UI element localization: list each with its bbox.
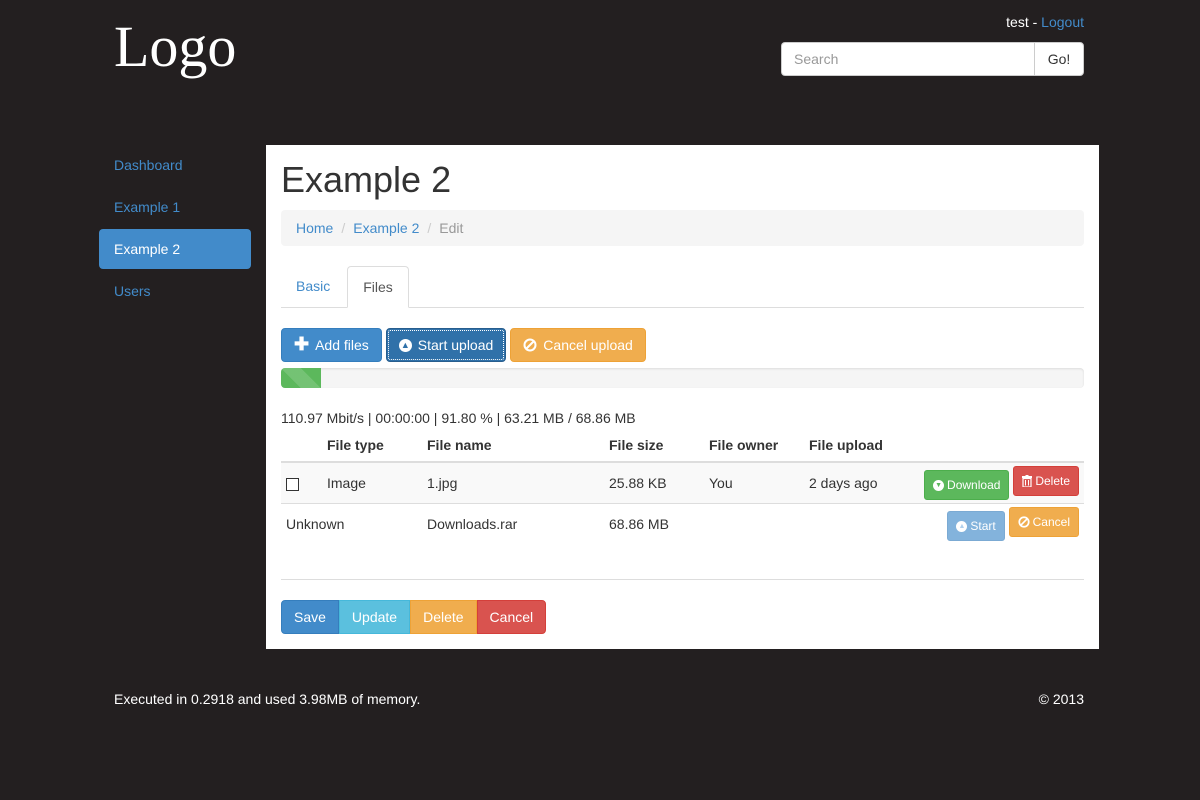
table-header-row: File type File name File size File owner… — [281, 428, 1084, 463]
sidebar-nav: Dashboard Example 1 Example 2 Users — [99, 145, 251, 313]
logout-link[interactable]: Logout — [1041, 14, 1084, 30]
sidebar-item-example-2[interactable]: Example 2 — [99, 229, 251, 269]
search-button[interactable]: Go! — [1034, 42, 1084, 76]
breadcrumb: Home / Example 2 / Edit — [281, 210, 1084, 246]
breadcrumb-separator: / — [341, 220, 346, 236]
update-button[interactable]: Update — [338, 600, 411, 634]
tab-basic[interactable]: Basic — [281, 266, 345, 308]
column-header-actions — [904, 428, 1084, 463]
row-checkbox[interactable] — [286, 477, 299, 491]
ban-circle-icon — [1018, 515, 1030, 528]
download-button[interactable]: ▼ Download — [924, 470, 1010, 500]
start-upload-button[interactable]: ▲ Start upload — [385, 328, 507, 362]
footer-stats: Executed in 0.2918 and used 3.98MB of me… — [114, 691, 421, 707]
upload-progress-fill — [281, 368, 322, 388]
ban-circle-icon — [523, 338, 537, 352]
column-header-owner: File owner — [704, 428, 804, 463]
start-file-label: Start — [970, 519, 996, 533]
plus-icon: ✚ — [294, 334, 310, 354]
sidebar-item-dashboard[interactable]: Dashboard — [99, 145, 251, 185]
table-row: Image 1.jpg 25.88 KB You 2 days ago ▼ Do… — [281, 461, 1084, 503]
form-actions: Save Update Delete Cancel — [281, 600, 547, 634]
column-header-name: File name — [422, 428, 604, 463]
column-header-select — [281, 428, 322, 463]
cancel-upload-button[interactable]: Cancel upload — [510, 328, 646, 362]
upload-circle-icon: ▲ — [956, 520, 968, 532]
delete-button[interactable]: Delete — [410, 600, 477, 634]
delete-file-button[interactable]: Delete — [1013, 465, 1079, 496]
form-divider — [281, 579, 1084, 580]
breadcrumb-separator: / — [427, 220, 432, 236]
cancel-upload-label: Cancel upload — [543, 337, 633, 353]
page-title: Example 2 — [281, 159, 452, 200]
breadcrumb-home[interactable]: Home — [296, 220, 333, 236]
file-upload-cell — [804, 502, 904, 544]
cancel-button[interactable]: Cancel — [476, 600, 547, 634]
file-type-cell: Image — [322, 461, 422, 503]
upload-stats: 110.97 Mbit/s | 00:00:00 | 91.80 % | 63.… — [281, 410, 636, 426]
cancel-file-label: Cancel — [1032, 514, 1070, 529]
start-upload-label: Start upload — [417, 337, 494, 353]
user-bar: test - Logout — [1006, 14, 1084, 30]
sidebar-item-example-1[interactable]: Example 1 — [99, 187, 251, 227]
column-header-type: File type — [322, 428, 422, 463]
logo: Logo — [114, 14, 237, 79]
add-files-button[interactable]: ✚ Add files — [281, 328, 382, 362]
sidebar-item-users[interactable]: Users — [99, 271, 251, 311]
add-files-label: Add files — [315, 337, 369, 353]
save-button[interactable]: Save — [281, 600, 339, 634]
column-header-upload: File upload — [804, 428, 904, 463]
delete-file-label: Delete — [1035, 473, 1070, 488]
file-size-cell: 25.88 KB — [604, 461, 704, 503]
main-panel: Example 2 Home / Example 2 / Edit Basic … — [266, 145, 1099, 649]
file-upload-cell: 2 days ago — [804, 461, 904, 503]
user-name: test — [1006, 14, 1029, 30]
breadcrumb-section[interactable]: Example 2 — [353, 220, 419, 236]
search-input[interactable] — [781, 42, 1034, 76]
table-row: Unknown Downloads.rar 68.86 MB ▲ Start C… — [281, 502, 1084, 544]
search-form: Go! — [781, 42, 1084, 76]
files-table: File type File name File size File owner… — [281, 428, 1084, 544]
upload-toolbar: ✚ Add files ▲ Start upload Cancel upload — [281, 328, 1084, 362]
download-label: Download — [947, 478, 1001, 492]
file-owner-cell — [704, 502, 804, 544]
tab-bar: Basic Files — [281, 266, 1084, 308]
file-name-cell: 1.jpg — [422, 461, 604, 503]
user-separator: - — [1028, 14, 1042, 30]
tab-files[interactable]: Files — [347, 266, 409, 308]
file-owner-cell: You — [704, 461, 804, 503]
footer-copyright: © 2013 — [1038, 691, 1084, 707]
row-actions: ▼ Download Delete — [904, 461, 1084, 503]
file-type-cell: Unknown — [281, 502, 422, 544]
row-select-cell — [281, 461, 322, 503]
cancel-file-button[interactable]: Cancel — [1008, 506, 1079, 537]
breadcrumb-current: Edit — [439, 220, 464, 236]
download-circle-icon: ▼ — [933, 479, 945, 491]
start-file-button[interactable]: ▲ Start — [947, 511, 1005, 541]
row-actions: ▲ Start Cancel — [904, 502, 1084, 544]
upload-circle-icon: ▲ — [398, 338, 412, 352]
column-header-size: File size — [604, 428, 704, 463]
upload-progress-bar — [281, 368, 1084, 388]
file-name-cell: Downloads.rar — [422, 502, 604, 544]
trash-icon — [1022, 474, 1033, 487]
file-size-cell: 68.86 MB — [604, 502, 704, 544]
